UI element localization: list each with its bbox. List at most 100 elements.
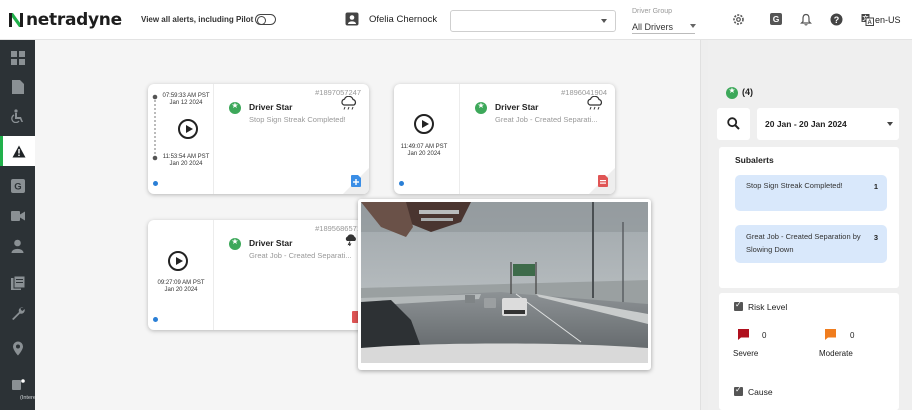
status-dot — [153, 317, 158, 322]
driver-group-label: Driver Group — [632, 8, 673, 15]
user-name[interactable]: Ofelia Chernock — [369, 14, 437, 25]
svg-text:A: A — [867, 20, 872, 26]
alert-time: 11:49:07 AM PST — [400, 144, 448, 150]
sidebar-item-dashboard[interactable] — [0, 44, 35, 72]
user-card-icon — [345, 12, 359, 26]
sidebar-item-drivers[interactable] — [0, 232, 35, 260]
alert-time: 09:27:09 AM PST — [157, 280, 205, 286]
language-icon[interactable]: 文A — [860, 12, 874, 26]
alert-icon — [12, 145, 26, 157]
sidebar-item-tools[interactable] — [0, 299, 35, 327]
alert-title: Driver Star — [249, 102, 293, 112]
scrollbar[interactable] — [700, 40, 708, 410]
status-dot — [399, 181, 404, 186]
status-dot — [153, 181, 158, 186]
sidebar-item-g[interactable]: G — [0, 172, 35, 200]
alert-card-timeline: 07:59:33 AM PST Jan 12 2024 11:53:54 AM … — [148, 84, 214, 194]
search-button[interactable] — [717, 108, 750, 140]
dashcam-video-frame[interactable] — [361, 202, 648, 363]
severe-label: Severe — [733, 349, 759, 358]
severe-count: 0 — [762, 331, 767, 340]
moderate-flag-icon[interactable] — [825, 329, 836, 340]
driver-star-badge-icon — [726, 86, 738, 99]
alert-card-timeline: 11:49:07 AM PST Jan 20 2024 — [394, 84, 460, 194]
chevron-down-icon — [601, 19, 607, 23]
video-preview-popup[interactable] — [358, 199, 651, 370]
svg-text:?: ? — [833, 15, 839, 25]
alert-count: (4) — [742, 87, 753, 97]
alert-card[interactable]: 07:59:33 AM PST Jan 12 2024 11:53:54 AM … — [148, 84, 369, 194]
alert-start-time: 07:59:33 AM PST — [162, 93, 210, 99]
driver-group-select[interactable]: All Drivers — [632, 22, 673, 32]
location-icon — [12, 341, 23, 355]
risk-level-label: Risk Level — [748, 302, 788, 312]
wrench-icon — [11, 307, 25, 320]
moderate-label: Moderate — [819, 349, 853, 358]
person-icon — [11, 239, 24, 253]
bell-icon[interactable] — [799, 12, 813, 26]
severe-flag-icon[interactable] — [738, 329, 749, 340]
g-badge-icon[interactable]: G — [769, 12, 783, 26]
risk-level-section: Risk Level 0 Severe 0 Moderate Cause — [719, 293, 899, 410]
alert-card[interactable]: 09:27:09 AM PST Jan 20 2024 #1895686571 … — [148, 220, 369, 330]
netradyne-logo[interactable]: netradyne — [7, 10, 122, 30]
play-video-button[interactable] — [178, 119, 198, 139]
top-bar: netradyne View all alerts, including Pil… — [0, 0, 912, 40]
subalert-chip[interactable]: Great Job - Created Separation by Slowin… — [735, 225, 887, 263]
storm-cloud-icon — [345, 234, 356, 246]
chevron-down-icon[interactable] — [690, 24, 696, 28]
alert-card[interactable]: 11:49:07 AM PST Jan 20 2024 #1896041904 … — [394, 84, 615, 194]
play-video-button[interactable] — [414, 114, 434, 134]
pilot-toggle-label: View all alerts, including Pilot — [141, 15, 254, 24]
language-select[interactable]: en-US — [875, 15, 901, 25]
driver-star-badge-icon — [229, 237, 241, 250]
alert-card-timeline: 09:27:09 AM PST Jan 20 2024 — [148, 220, 214, 330]
alert-date: Jan 20 2024 — [407, 151, 441, 157]
cause-checkbox[interactable] — [734, 385, 743, 396]
driver-group-underline — [632, 33, 695, 34]
add-document-icon[interactable] — [351, 175, 361, 187]
subalert-count: 1 — [873, 182, 878, 191]
g-icon: G — [10, 179, 25, 193]
svg-text:G: G — [14, 182, 21, 193]
alert-date: Jan 20 2024 — [164, 287, 198, 293]
subalert-count: 3 — [873, 233, 878, 242]
settings-icon[interactable] — [731, 12, 745, 26]
subalert-label: Stop Sign Streak Completed! — [746, 181, 843, 190]
alert-title: Driver Star — [249, 238, 293, 248]
document-icon — [11, 80, 24, 94]
sidebar-item-intercom[interactable] — [0, 370, 35, 398]
pdf-document-icon[interactable] — [598, 175, 608, 187]
intercom-label: (Intere — [20, 395, 36, 401]
date-range-value: 20 Jan - 20 Jan 2024 — [765, 119, 847, 129]
dashboard-icon — [10, 51, 25, 65]
alert-subtitle: Great Job - Created Separati... — [495, 115, 598, 124]
video-icon — [10, 211, 25, 221]
play-video-button[interactable] — [168, 251, 188, 271]
date-range-picker[interactable]: 20 Jan - 20 Jan 2024 — [757, 108, 899, 140]
subalerts-section: Subalerts Stop Sign Streak Completed! 1 … — [719, 147, 899, 288]
subalert-label: Great Job - Created Separation by Slowin… — [746, 232, 861, 254]
sidebar-item-reports[interactable] — [0, 269, 35, 297]
chevron-down-icon — [887, 122, 893, 126]
alert-subtitle: Stop Sign Streak Completed! — [249, 115, 346, 124]
sidebar-item-video[interactable] — [0, 202, 35, 230]
sidebar-item-accessibility[interactable] — [0, 102, 35, 130]
driver-star-badge-icon — [475, 101, 487, 114]
sidebar-item-locations[interactable] — [0, 334, 35, 362]
logo-mark-icon — [9, 13, 23, 27]
alert-start-date: Jan 12 2024 — [169, 100, 203, 106]
sidebar-item-documents[interactable] — [0, 73, 35, 101]
intercom-icon — [11, 379, 25, 390]
sidebar: G (Intere — [0, 40, 36, 410]
rain-cloud-icon — [587, 96, 603, 110]
sidebar-item-alerts[interactable] — [0, 136, 35, 166]
alert-subtitle: Great Job - Created Separati... — [249, 251, 352, 260]
risk-level-checkbox[interactable] — [734, 300, 743, 311]
cause-label: Cause — [748, 387, 773, 397]
help-icon[interactable]: ? — [829, 12, 843, 26]
alert-id: #1895686571 — [315, 224, 361, 233]
pilot-toggle[interactable] — [255, 14, 276, 25]
fleet-select[interactable] — [450, 10, 616, 32]
subalert-chip[interactable]: Stop Sign Streak Completed! 1 — [735, 175, 887, 211]
